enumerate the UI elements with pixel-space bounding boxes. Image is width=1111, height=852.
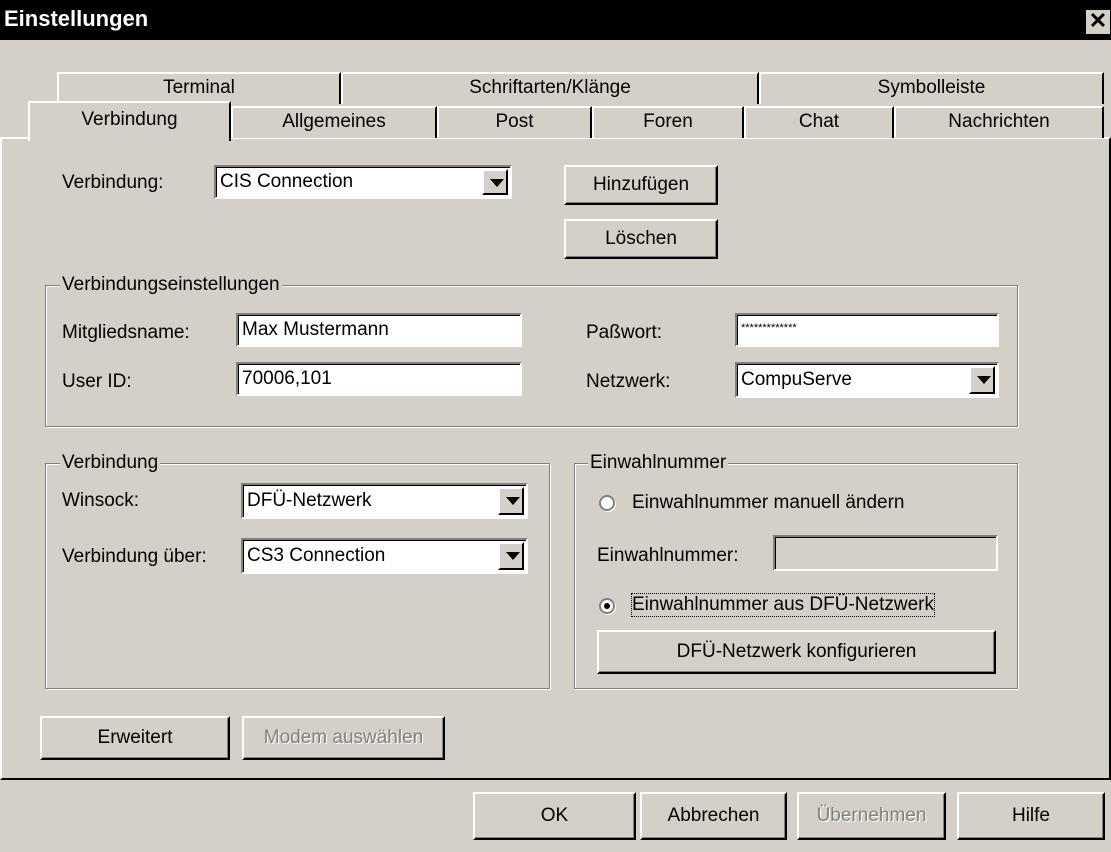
apply-button[interactable]: Übernehmen [797, 792, 946, 840]
dial-number-group-title: Einwahlnummer [588, 452, 729, 474]
member-name-value: Max Mustermann [242, 319, 389, 340]
tab-verbindung[interactable]: Verbindung [28, 101, 231, 141]
close-button[interactable]: ✕ [1086, 10, 1110, 34]
radio-dun[interactable] [599, 598, 615, 614]
tab-label: Symbolleiste [877, 77, 986, 98]
tab-label: Allgemeines [282, 111, 386, 132]
radio-manual[interactable] [599, 495, 615, 511]
title-bar: Einstellungen ✕ [0, 0, 1111, 40]
help-button[interactable]: Hilfe [957, 792, 1105, 840]
ok-button[interactable]: OK [473, 792, 636, 840]
tab-foren[interactable]: Foren [592, 106, 744, 138]
connection-via-label: Verbindung über: [62, 546, 207, 567]
chevron-down-icon[interactable] [969, 366, 995, 394]
tab-label: Chat [798, 111, 840, 132]
radio-dot [604, 603, 610, 609]
tab-label: Nachrichten [948, 111, 1050, 132]
tab-nachrichten[interactable]: Nachrichten [894, 106, 1104, 138]
apply-label: Übernehmen [816, 805, 927, 826]
user-id-label: User ID: [62, 371, 132, 392]
user-id-value: 70006,101 [242, 368, 332, 389]
advanced-button-label: Erweitert [97, 727, 173, 748]
help-label: Hilfe [1011, 805, 1050, 826]
user-id-field[interactable]: 70006,101 [236, 362, 522, 396]
connection-select[interactable]: CIS Connection [214, 165, 512, 199]
tab-label: Schriftarten/Klänge [469, 77, 631, 98]
chevron-down-icon[interactable] [498, 542, 524, 570]
tab-schriftarten-klaenge[interactable]: Schriftarten/Klänge [341, 72, 759, 104]
select-modem-label: Modem auswählen [263, 727, 424, 748]
add-button[interactable]: Hinzufügen [564, 165, 718, 205]
close-icon: ✕ [1088, 8, 1108, 33]
tab-chat[interactable]: Chat [744, 106, 894, 138]
settings-group-title: Verbindungseinstellungen [60, 274, 282, 296]
network-value: CompuServe [741, 369, 852, 390]
tab-label: Foren [643, 111, 693, 132]
ok-label: OK [540, 805, 569, 826]
radio-manual-label[interactable]: Einwahlnummer manuell ändern [632, 492, 904, 514]
select-modem-button[interactable]: Modem auswählen [242, 716, 445, 760]
tab-label: Post [495, 111, 534, 132]
network-label: Netzwerk: [586, 371, 671, 392]
configure-dun-label: DFÜ-Netzwerk konfigurieren [676, 641, 917, 662]
connection-via-value: CS3 Connection [247, 545, 386, 566]
cancel-label: Abbrechen [667, 805, 760, 826]
winsock-value: DFÜ-Netzwerk [247, 490, 372, 511]
delete-button[interactable]: Löschen [564, 219, 718, 259]
connection-value: CIS Connection [220, 171, 354, 192]
dial-number-label: Einwahlnummer: [597, 545, 739, 566]
member-name-field[interactable]: Max Mustermann [236, 313, 522, 347]
winsock-select[interactable]: DFÜ-Netzwerk [241, 483, 528, 519]
tab-allgemeines[interactable]: Allgemeines [231, 106, 437, 138]
window-title: Einstellungen [4, 6, 149, 31]
advanced-button[interactable]: Erweitert [40, 716, 230, 760]
radio-dun-label[interactable]: Einwahlnummer aus DFÜ-Netzwerk [631, 593, 935, 617]
connection-group-title: Verbindung [60, 452, 161, 474]
connection-via-select[interactable]: CS3 Connection [241, 538, 528, 574]
configure-dun-button[interactable]: DFÜ-Netzwerk konfigurieren [597, 630, 996, 674]
password-field[interactable]: ************* [735, 313, 999, 347]
network-select[interactable]: CompuServe [735, 362, 999, 398]
tab-label: Verbindung [81, 109, 178, 130]
tab-post[interactable]: Post [437, 106, 592, 138]
delete-button-label: Löschen [605, 228, 677, 249]
connection-label: Verbindung: [62, 172, 164, 193]
tab-terminal[interactable]: Terminal [57, 72, 341, 104]
chevron-down-icon[interactable] [482, 169, 508, 195]
member-name-label: Mitgliedsname: [62, 322, 190, 343]
tab-symbolleiste[interactable]: Symbolleiste [759, 72, 1104, 104]
dial-number-field [773, 535, 998, 571]
tab-label: Terminal [163, 77, 235, 98]
settings-group [45, 285, 1018, 427]
password-value: ************* [741, 322, 797, 334]
add-button-label: Hinzufügen [592, 174, 690, 195]
chevron-down-icon[interactable] [498, 487, 524, 515]
password-label: Paßwort: [586, 322, 663, 343]
winsock-label: Winsock: [62, 490, 140, 511]
cancel-button[interactable]: Abbrechen [640, 792, 787, 840]
